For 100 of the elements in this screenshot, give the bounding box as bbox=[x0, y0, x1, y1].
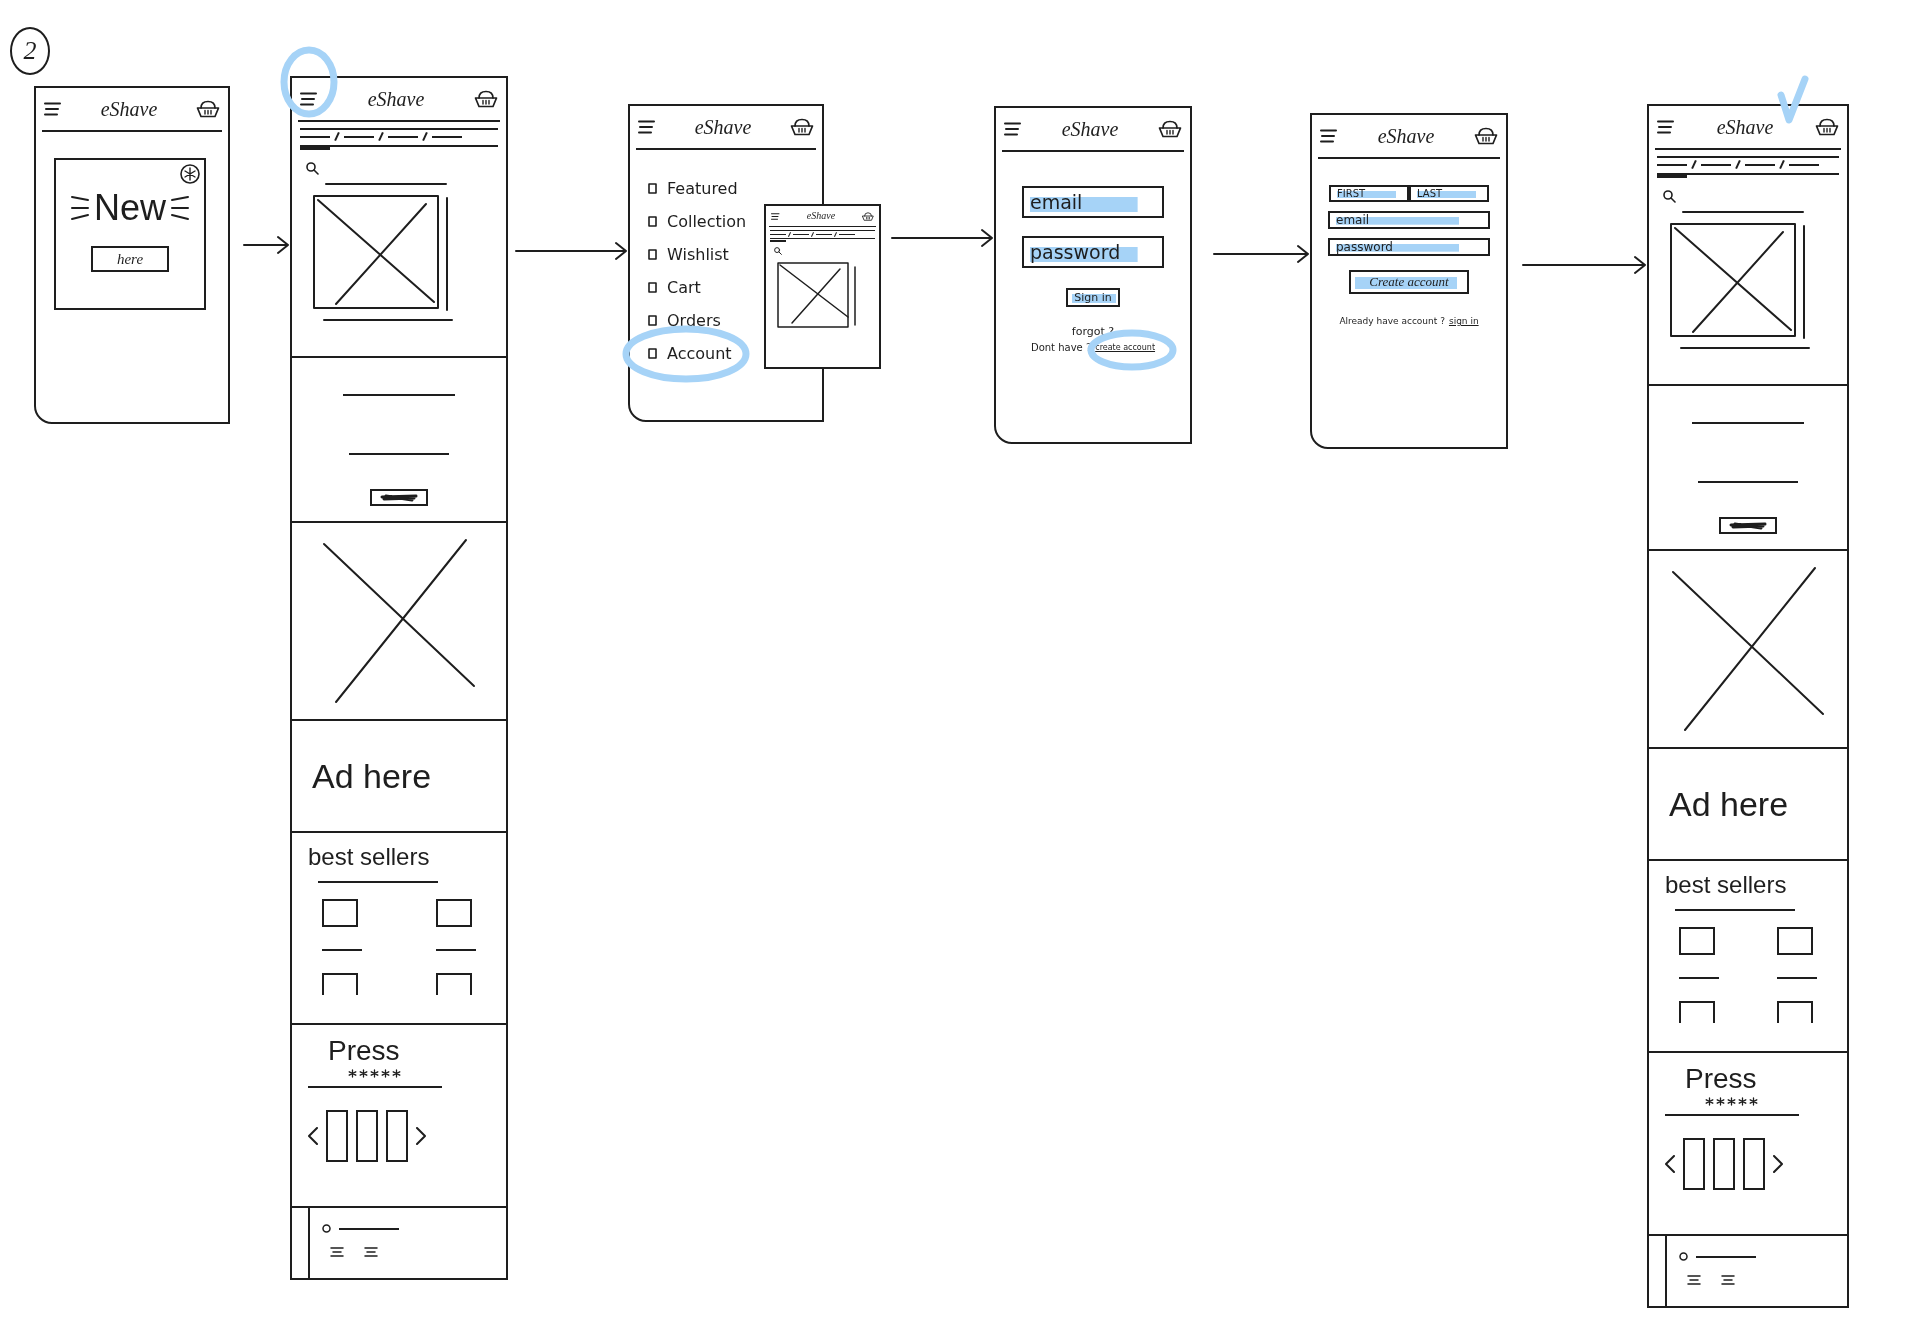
chevron-left-icon[interactable] bbox=[1665, 1155, 1675, 1173]
square-icon bbox=[648, 249, 657, 260]
basket-icon[interactable] bbox=[790, 118, 814, 136]
ad-banner-text: Ad here bbox=[1669, 784, 1790, 824]
text-line bbox=[322, 949, 362, 951]
cta-button[interactable] bbox=[370, 489, 428, 506]
popup-title: New bbox=[94, 188, 166, 228]
product-thumbnail[interactable] bbox=[436, 973, 472, 995]
create-account-button[interactable]: Create account bbox=[1349, 270, 1469, 294]
tab-placeholder[interactable] bbox=[770, 231, 786, 242]
create-account-link[interactable]: create account bbox=[1095, 343, 1156, 352]
circle-icon bbox=[1679, 1252, 1688, 1261]
text-line bbox=[1696, 1255, 1756, 1258]
text-line bbox=[339, 1227, 399, 1230]
star-icon bbox=[381, 1069, 390, 1078]
lines-icon bbox=[330, 1247, 344, 1257]
logo: eShave bbox=[1061, 117, 1119, 141]
text-line bbox=[436, 949, 476, 951]
input-field[interactable]: email bbox=[1328, 211, 1490, 229]
product-thumbnail[interactable] bbox=[1777, 1001, 1813, 1023]
text-line bbox=[1777, 977, 1817, 979]
product-thumbnail[interactable] bbox=[322, 899, 358, 927]
square-icon bbox=[648, 348, 657, 359]
product-thumbnail[interactable] bbox=[1679, 1001, 1715, 1023]
star-icon bbox=[370, 1069, 379, 1078]
close-icon[interactable] bbox=[180, 164, 200, 184]
menu-icon[interactable] bbox=[44, 102, 62, 116]
chevron-left-icon[interactable] bbox=[308, 1127, 318, 1145]
menu-item[interactable]: Orders bbox=[648, 310, 721, 331]
chevron-right-icon[interactable] bbox=[1773, 1155, 1783, 1173]
card-placeholder[interactable] bbox=[386, 1110, 408, 1162]
section-title: best sellers bbox=[307, 842, 431, 871]
menu-item[interactable]: Featured bbox=[648, 178, 738, 199]
menu-icon[interactable] bbox=[771, 212, 780, 220]
product-thumbnail[interactable] bbox=[436, 899, 472, 927]
emphasis-lines-icon bbox=[170, 195, 190, 221]
square-icon bbox=[648, 315, 657, 326]
chevron-right-icon[interactable] bbox=[416, 1127, 426, 1145]
scribble-icon bbox=[1728, 521, 1768, 530]
sign-in-link[interactable]: sign in bbox=[1448, 316, 1479, 326]
product-thumbnail[interactable] bbox=[322, 973, 358, 995]
logo: eShave bbox=[1716, 115, 1774, 139]
menu-icon[interactable] bbox=[638, 120, 656, 134]
input-field[interactable]: password bbox=[1022, 236, 1164, 268]
signin-prompt: Already have account ? bbox=[1339, 316, 1445, 326]
step-number: 2 bbox=[10, 27, 50, 75]
star-icon bbox=[348, 1069, 357, 1078]
popup-button[interactable]: here bbox=[91, 246, 169, 272]
lines-icon bbox=[364, 1247, 378, 1257]
input-field[interactable]: email bbox=[1022, 186, 1164, 218]
square-icon bbox=[648, 216, 657, 227]
menu-icon[interactable] bbox=[300, 92, 318, 106]
input-field[interactable]: LAST bbox=[1409, 185, 1489, 202]
emphasis-lines-icon bbox=[70, 195, 90, 221]
logo: eShave bbox=[100, 97, 158, 121]
star-icon bbox=[1716, 1097, 1725, 1106]
logo: eShave bbox=[806, 210, 836, 222]
input-field[interactable]: FIRST bbox=[1329, 185, 1409, 202]
search-icon[interactable] bbox=[1663, 190, 1676, 203]
square-icon bbox=[648, 183, 657, 194]
card-placeholder[interactable] bbox=[1743, 1138, 1765, 1190]
search-icon[interactable] bbox=[306, 162, 319, 175]
basket-icon[interactable] bbox=[1474, 127, 1498, 145]
card-placeholder[interactable] bbox=[1713, 1138, 1735, 1190]
menu-icon[interactable] bbox=[1320, 129, 1338, 143]
star-icon bbox=[392, 1069, 401, 1078]
section-title: Press bbox=[327, 1034, 401, 1067]
card-placeholder[interactable] bbox=[1683, 1138, 1705, 1190]
basket-icon[interactable] bbox=[1815, 118, 1839, 136]
logo: eShave bbox=[367, 87, 425, 111]
basket-icon[interactable] bbox=[196, 100, 220, 118]
card-placeholder[interactable] bbox=[326, 1110, 348, 1162]
section-title: Press bbox=[1684, 1062, 1758, 1095]
lines-icon bbox=[1687, 1275, 1701, 1285]
basket-icon[interactable] bbox=[862, 211, 874, 221]
menu-item[interactable]: Wishlist bbox=[648, 244, 729, 265]
star-icon bbox=[1749, 1097, 1758, 1106]
star-icon bbox=[1705, 1097, 1714, 1106]
section-title: best sellers bbox=[1664, 870, 1788, 899]
square-icon bbox=[648, 282, 657, 293]
scribble-icon bbox=[379, 493, 419, 502]
card-placeholder[interactable] bbox=[356, 1110, 378, 1162]
menu-icon[interactable] bbox=[1657, 120, 1675, 134]
cta-button[interactable] bbox=[1719, 517, 1777, 534]
text-line bbox=[1679, 977, 1719, 979]
star-icon bbox=[1738, 1097, 1747, 1106]
basket-icon[interactable] bbox=[474, 90, 498, 108]
circle-icon bbox=[322, 1224, 331, 1233]
menu-icon[interactable] bbox=[1004, 122, 1022, 136]
product-thumbnail[interactable] bbox=[1777, 927, 1813, 955]
menu-item[interactable]: Collection bbox=[648, 211, 747, 232]
basket-icon[interactable] bbox=[1158, 120, 1182, 138]
logo: eShave bbox=[694, 115, 752, 139]
search-icon[interactable] bbox=[774, 247, 782, 255]
sign-in-button[interactable]: Sign in bbox=[1066, 288, 1120, 307]
input-field[interactable]: password bbox=[1328, 238, 1490, 256]
menu-item[interactable]: Cart bbox=[648, 277, 701, 298]
product-thumbnail[interactable] bbox=[1679, 927, 1715, 955]
star-icon bbox=[359, 1069, 368, 1078]
lines-icon bbox=[1721, 1275, 1735, 1285]
